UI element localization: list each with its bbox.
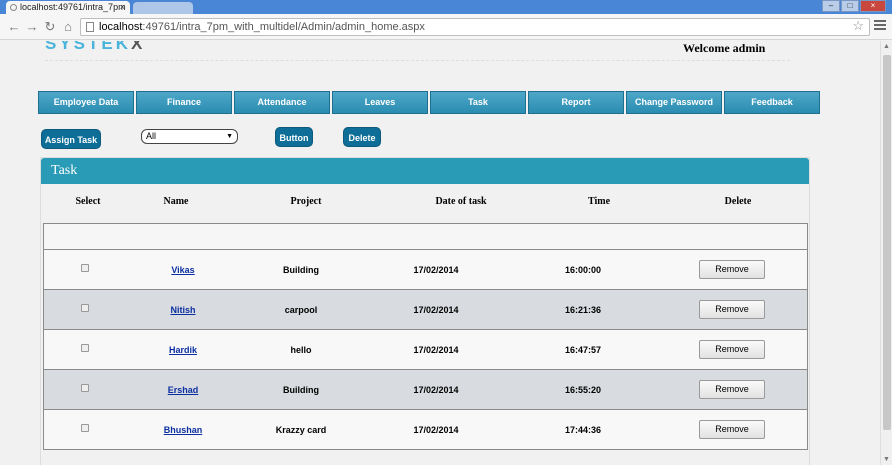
- col-name: Name: [163, 196, 189, 207]
- new-tab-button[interactable]: [133, 2, 193, 14]
- date-cell: 17/02/2014: [413, 385, 459, 395]
- table-row: Nitish carpool 17/02/2014 16:21:36 Remov…: [44, 290, 807, 330]
- browser-tab-strip: localhost:49761/intra_7pm × – □ ×: [0, 0, 892, 15]
- welcome-text: Welcome admin: [683, 41, 766, 55]
- row-checkbox[interactable]: [81, 384, 89, 392]
- time-cell: 16:47:57: [564, 345, 602, 355]
- employee-link[interactable]: Vikas: [171, 265, 194, 275]
- main-menu: Employee Data Finance Attendance Leaves …: [38, 91, 820, 114]
- employee-link[interactable]: Ershad: [168, 385, 199, 395]
- back-arrow-icon[interactable]: ←: [6, 19, 22, 34]
- employee-link[interactable]: Nitish: [170, 305, 195, 315]
- project-cell: Building: [283, 265, 319, 275]
- chrome-menu-icon[interactable]: [874, 20, 886, 32]
- row-checkbox[interactable]: [81, 264, 89, 272]
- employee-link[interactable]: Hardik: [169, 345, 197, 355]
- home-icon[interactable]: ⌂: [60, 19, 76, 34]
- remove-button[interactable]: Remove: [699, 300, 765, 319]
- row-checkbox[interactable]: [81, 344, 89, 352]
- scroll-down-icon[interactable]: ▼: [883, 456, 890, 463]
- menu-finance[interactable]: Finance: [136, 91, 232, 114]
- browser-toolbar: ← → ↻ ⌂ localhost:49761/intra_7pm_with_m…: [0, 14, 892, 40]
- table-row: Ershad Building 17/02/2014 16:55:20 Remo…: [44, 370, 807, 410]
- menu-employee-data[interactable]: Employee Data: [38, 91, 134, 114]
- date-cell: 17/02/2014: [413, 425, 459, 435]
- task-table: Vikas Building 17/02/2014 16:00:00 Remov…: [43, 223, 808, 450]
- maximize-icon[interactable]: □: [841, 0, 859, 12]
- window-close-icon[interactable]: ×: [860, 0, 886, 12]
- menu-change-password[interactable]: Change Password: [626, 91, 722, 114]
- date-cell: 17/02/2014: [413, 345, 459, 355]
- page-icon: [86, 22, 94, 32]
- remove-button[interactable]: Remove: [699, 340, 765, 359]
- tab-title: localhost:49761/intra_7pm: [20, 2, 126, 12]
- scrollbar-thumb[interactable]: [883, 55, 891, 430]
- delete-button[interactable]: Delete: [343, 127, 381, 147]
- page-favicon-icon: [10, 4, 17, 11]
- chevron-down-icon: ▼: [226, 133, 233, 140]
- project-cell: hello: [290, 345, 312, 355]
- col-delete: Delete: [724, 196, 752, 207]
- remove-button[interactable]: Remove: [699, 260, 765, 279]
- remove-button[interactable]: Remove: [699, 420, 765, 439]
- url-path: :49761/intra_7pm_with_multidel/Admin/adm…: [142, 21, 425, 33]
- address-bar[interactable]: localhost:49761/intra_7pm_with_multidel/…: [80, 18, 870, 36]
- assign-task-button[interactable]: Assign Task: [41, 129, 101, 149]
- window-controls: – □ ×: [822, 0, 886, 12]
- bookmark-star-icon[interactable]: ☆: [852, 18, 864, 34]
- page-viewport: SYSTEKX Welcome admin Employee Data Fina…: [0, 41, 880, 465]
- time-cell: 16:55:20: [564, 385, 602, 395]
- minimize-icon[interactable]: –: [822, 0, 840, 12]
- project-cell: carpool: [284, 305, 318, 315]
- table-row: Hardik hello 17/02/2014 16:47:57 Remove: [44, 330, 807, 370]
- menu-task[interactable]: Task: [430, 91, 526, 114]
- url-host: localhost: [99, 21, 143, 33]
- task-filter-select[interactable]: All ▼: [141, 129, 238, 144]
- forward-arrow-icon[interactable]: →: [24, 19, 40, 34]
- generic-button[interactable]: Button: [275, 127, 313, 147]
- time-cell: 16:21:36: [564, 305, 602, 315]
- reload-icon[interactable]: ↻: [42, 19, 58, 35]
- date-cell: 17/02/2014: [413, 265, 459, 275]
- table-row: Bhushan Krazzy card 17/02/2014 17:44:36 …: [44, 410, 807, 450]
- task-panel: Task Select Name Project Date of task Ti…: [40, 157, 810, 465]
- site-logo: SYSTEKX: [45, 41, 146, 53]
- menu-report[interactable]: Report: [528, 91, 624, 114]
- row-checkbox[interactable]: [81, 424, 89, 432]
- browser-tab[interactable]: localhost:49761/intra_7pm ×: [6, 1, 130, 15]
- close-tab-icon[interactable]: ×: [120, 1, 125, 14]
- menu-leaves[interactable]: Leaves: [332, 91, 428, 114]
- menu-attendance[interactable]: Attendance: [234, 91, 330, 114]
- remove-button[interactable]: Remove: [699, 380, 765, 399]
- time-cell: 16:00:00: [564, 265, 602, 275]
- table-row: Vikas Building 17/02/2014 16:00:00 Remov…: [44, 250, 807, 290]
- employee-link[interactable]: Bhushan: [164, 425, 203, 435]
- scroll-up-icon[interactable]: ▲: [883, 43, 890, 50]
- row-checkbox[interactable]: [81, 304, 89, 312]
- filter-selected-value: All: [146, 131, 157, 141]
- panel-title: Task: [41, 158, 809, 184]
- project-cell: Building: [283, 385, 319, 395]
- col-project: Project: [290, 196, 322, 207]
- project-cell: Krazzy card: [275, 425, 327, 435]
- table-spacer-row: [44, 224, 807, 250]
- col-date: Date of task: [435, 196, 487, 207]
- vertical-scrollbar[interactable]: ▲ ▼: [880, 41, 892, 465]
- date-cell: 17/02/2014: [413, 305, 459, 315]
- col-time: Time: [587, 196, 611, 207]
- menu-feedback[interactable]: Feedback: [724, 91, 820, 114]
- header-divider: [45, 60, 790, 61]
- table-header: Select Name Project Date of task Time De…: [41, 196, 811, 210]
- time-cell: 17:44:36: [564, 425, 602, 435]
- col-select: Select: [75, 196, 101, 207]
